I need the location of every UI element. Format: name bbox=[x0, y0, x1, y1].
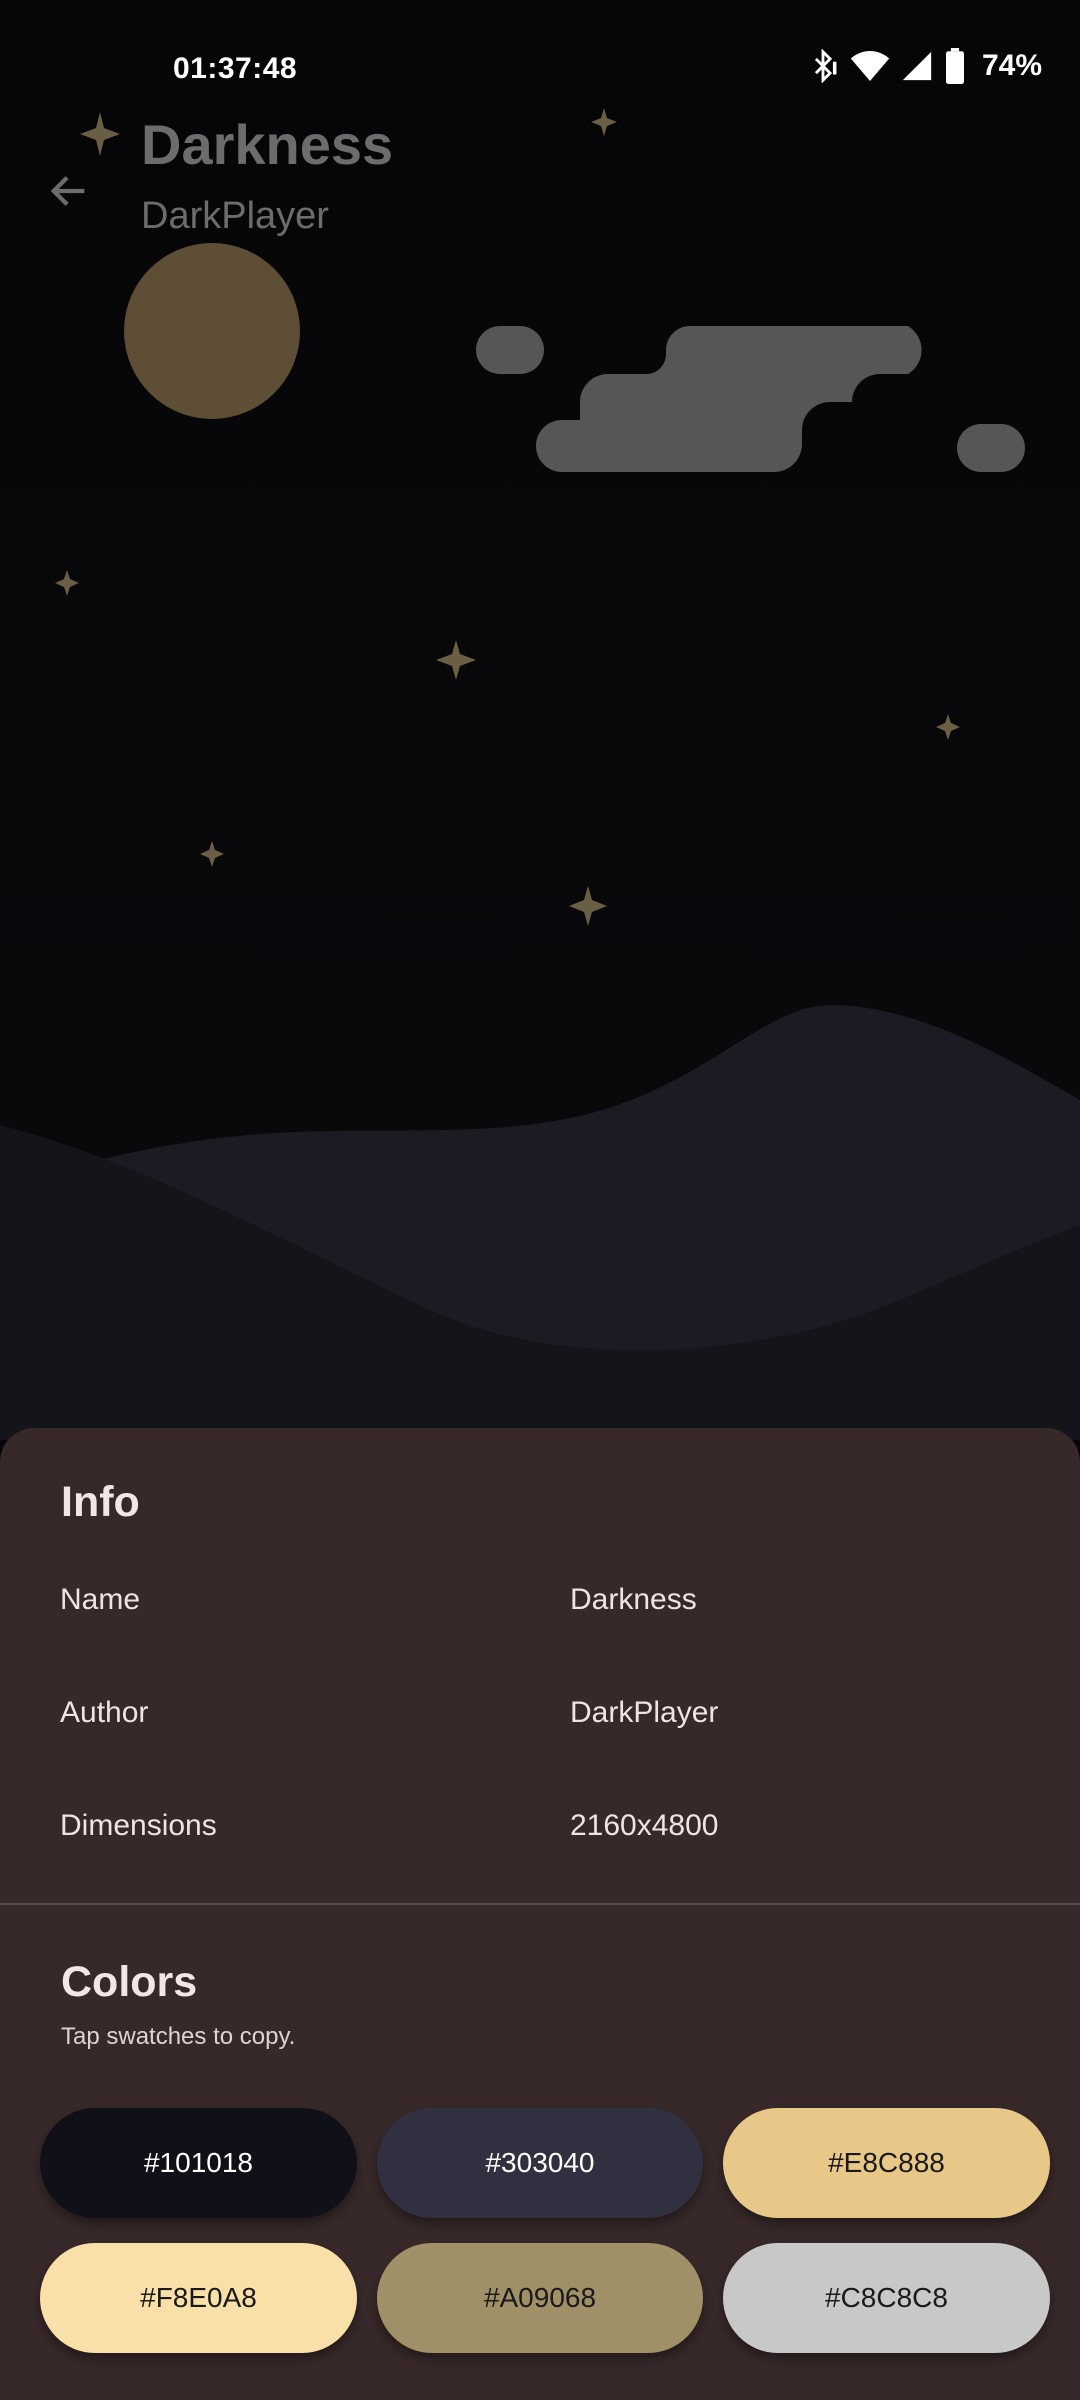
colors-hint: Tap swatches to copy. bbox=[61, 2023, 296, 2050]
author-label: Author bbox=[60, 1696, 149, 1729]
page-subtitle: DarkPlayer bbox=[141, 195, 329, 237]
info-heading: Info bbox=[61, 1478, 140, 1526]
signal-icon bbox=[902, 51, 932, 81]
color-swatch[interactable]: #E8C888 bbox=[723, 2108, 1050, 2218]
dimensions-value: 2160x4800 bbox=[570, 1809, 719, 1842]
bluetooth-icon bbox=[814, 49, 837, 83]
color-swatch[interactable]: #303040 bbox=[377, 2108, 703, 2218]
status-bar: 01:37:48 74% bbox=[0, 0, 1080, 140]
name-value: Darkness bbox=[570, 1583, 697, 1616]
moon-shape bbox=[124, 243, 300, 419]
status-time: 01:37:48 bbox=[173, 52, 298, 85]
arrow-back-icon bbox=[50, 176, 85, 206]
name-label: Name bbox=[60, 1583, 141, 1616]
info-bottom-sheet: Info Name Darkness Author DarkPlayer Dim… bbox=[0, 1428, 1080, 2400]
back-button[interactable] bbox=[36, 158, 102, 224]
author-value: DarkPlayer bbox=[570, 1696, 719, 1729]
divider bbox=[0, 1903, 1080, 1905]
color-swatch[interactable]: #101018 bbox=[40, 2108, 357, 2218]
color-swatch[interactable]: #F8E0A8 bbox=[40, 2243, 357, 2353]
dimensions-label: Dimensions bbox=[60, 1809, 217, 1842]
color-swatch[interactable]: #C8C8C8 bbox=[723, 2243, 1050, 2353]
battery-icon bbox=[945, 48, 964, 84]
wifi-icon bbox=[850, 51, 890, 81]
battery-percent: 74% bbox=[981, 49, 1042, 82]
colors-heading: Colors bbox=[61, 1958, 198, 2006]
status-icons: 74% bbox=[806, 48, 1042, 84]
color-swatch[interactable]: #A09068 bbox=[377, 2243, 703, 2353]
